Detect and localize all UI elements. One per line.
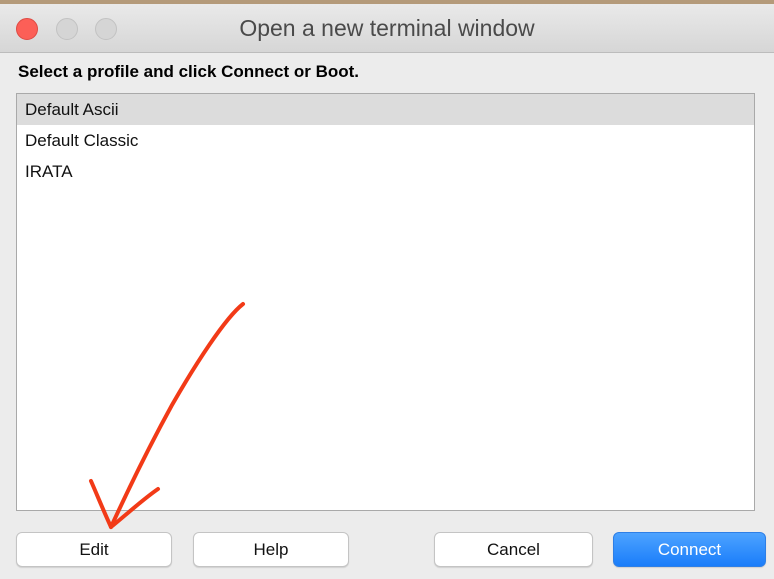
connect-button[interactable]: Connect: [613, 532, 766, 567]
minimize-window-button[interactable]: [56, 18, 78, 40]
title-bar[interactable]: Open a new terminal window: [0, 0, 774, 53]
help-button[interactable]: Help: [193, 532, 349, 567]
profile-item-default-ascii[interactable]: Default Ascii: [17, 94, 754, 125]
instruction-text: Select a profile and click Connect or Bo…: [18, 62, 360, 81]
edit-button[interactable]: Edit: [16, 532, 172, 567]
zoom-window-button[interactable]: [95, 18, 117, 40]
profile-item-irata[interactable]: IRATA: [17, 156, 754, 187]
cancel-button[interactable]: Cancel: [434, 532, 593, 567]
profile-item-default-classic[interactable]: Default Classic: [17, 125, 754, 156]
window-title: Open a new terminal window: [239, 15, 535, 41]
close-window-button[interactable]: [16, 18, 38, 40]
terminal-dialog-window: Open a new terminal window Select a prof…: [0, 0, 774, 579]
profile-list[interactable]: Default Ascii Default Classic IRATA: [16, 93, 755, 511]
